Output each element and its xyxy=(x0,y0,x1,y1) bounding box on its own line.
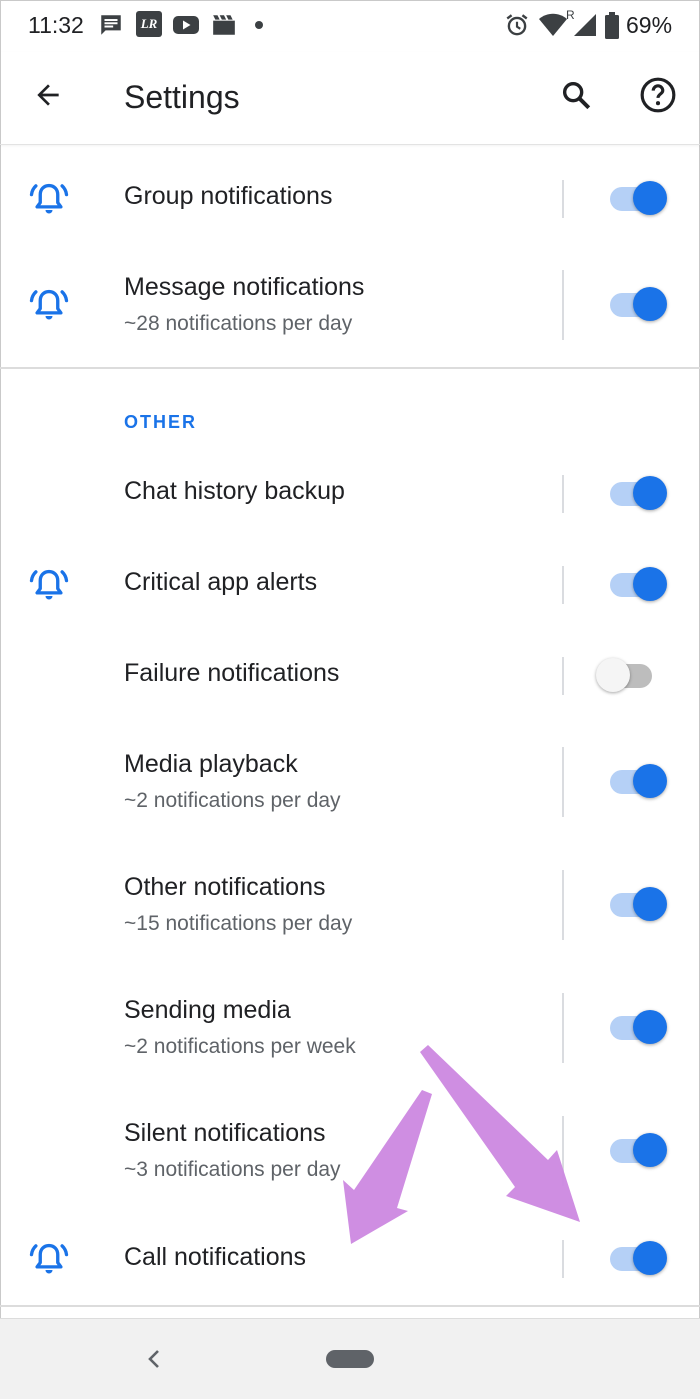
channel-label: Failure notifications xyxy=(124,659,340,687)
notification-bell-icon xyxy=(28,178,70,220)
dot-icon xyxy=(255,21,263,29)
toggle-group-notifications[interactable] xyxy=(602,179,670,219)
status-bar: 11:32 LR R 69% xyxy=(0,0,700,52)
message-icon xyxy=(98,12,124,43)
toggle-thumb xyxy=(633,476,667,510)
channel-frequency: ~15 notifications per day xyxy=(124,912,353,935)
toggle-thumb xyxy=(633,887,667,921)
battery-percent: 69% xyxy=(626,12,673,38)
toggle-thumb xyxy=(633,1241,667,1275)
screen-frame xyxy=(0,0,700,1399)
channel-label: Silent notifications xyxy=(124,1119,326,1147)
channel-label: Group notifications xyxy=(124,182,333,210)
battery-icon xyxy=(604,12,620,45)
nav-back-icon xyxy=(138,1350,168,1381)
arrow-back-icon xyxy=(32,79,64,116)
channel-frequency: ~2 notifications per week xyxy=(124,1035,356,1058)
toggle-critical-app-alerts[interactable] xyxy=(602,565,670,605)
clapperboard-icon xyxy=(211,12,237,43)
toggle-thumb xyxy=(633,287,667,321)
lr-badge-text: LR xyxy=(140,16,158,31)
alarm-icon xyxy=(504,12,530,43)
row-divider xyxy=(562,870,564,940)
toggle-other-notifications[interactable] xyxy=(602,885,670,925)
toggle-failure-notifications[interactable] xyxy=(596,656,670,696)
channel-frequency: ~2 notifications per day xyxy=(124,789,341,812)
youtube-icon xyxy=(172,12,200,43)
channel-label: Call notifications xyxy=(124,1243,307,1271)
toggle-thumb xyxy=(633,181,667,215)
wifi-icon xyxy=(538,12,568,43)
toggle-thumb xyxy=(633,764,667,798)
channel-label: Message notifications xyxy=(124,273,365,301)
notification-bell-icon xyxy=(28,564,70,606)
notification-bell-icon xyxy=(28,284,70,326)
row-divider xyxy=(562,747,564,817)
toggle-thumb xyxy=(633,1010,667,1044)
channel-label: Chat history backup xyxy=(124,477,345,505)
row-divider xyxy=(562,657,564,695)
toggle-thumb xyxy=(633,1133,667,1167)
row-divider xyxy=(562,1240,564,1278)
row-divider xyxy=(562,475,564,513)
channel-frequency: ~28 notifications per day xyxy=(124,312,353,335)
toggle-chat-history-backup[interactable] xyxy=(602,474,670,514)
lr-app-icon: LR xyxy=(136,11,162,37)
row-divider xyxy=(562,566,564,604)
system-nav-bar xyxy=(0,1318,700,1399)
list-bottom-divider xyxy=(0,1305,700,1307)
status-time: 11:32 xyxy=(28,12,84,38)
channel-label: Other notifications xyxy=(124,873,326,901)
help-button[interactable] xyxy=(630,69,686,125)
app-bar: Settings xyxy=(0,52,700,145)
toggle-silent-notifications[interactable] xyxy=(602,1131,670,1171)
page-title: Settings xyxy=(124,79,240,115)
channel-label: Media playback xyxy=(124,750,298,778)
channel-frequency: ~3 notifications per day xyxy=(124,1158,341,1181)
section-header-other: OTHER xyxy=(124,412,197,432)
toggle-message-notifications[interactable] xyxy=(602,285,670,325)
row-divider xyxy=(562,270,564,340)
toggle-call-notifications[interactable] xyxy=(602,1239,670,1279)
search-button[interactable] xyxy=(548,69,604,125)
signal-icon xyxy=(574,12,598,43)
row-divider xyxy=(562,180,564,218)
channel-label: Sending media xyxy=(124,996,291,1024)
toggle-thumb xyxy=(596,658,630,692)
home-pill-icon[interactable] xyxy=(326,1350,374,1368)
toggle-media-playback[interactable] xyxy=(602,762,670,802)
row-divider xyxy=(562,1116,564,1186)
notification-bell-icon xyxy=(28,1238,70,1280)
section-divider xyxy=(0,367,700,369)
toggle-sending-media[interactable] xyxy=(602,1008,670,1048)
toggle-thumb xyxy=(633,567,667,601)
help-icon xyxy=(639,76,677,119)
row-divider xyxy=(562,993,564,1063)
search-icon xyxy=(559,78,593,117)
back-button[interactable] xyxy=(20,69,76,125)
channel-label: Critical app alerts xyxy=(124,568,318,596)
nav-back-button[interactable] xyxy=(138,1341,168,1377)
